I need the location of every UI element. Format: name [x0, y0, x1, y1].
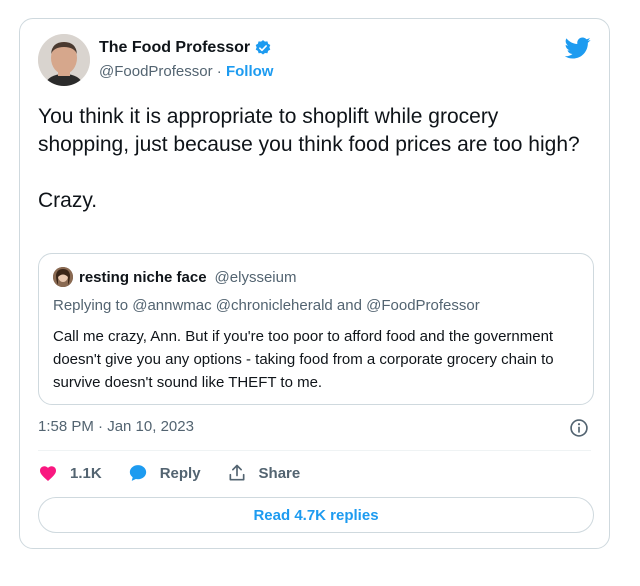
author-handle-row: @FoodProfessor · Follow: [99, 63, 273, 80]
read-replies-button[interactable]: Read 4.7K replies: [38, 497, 594, 533]
reply-bubble-icon: [129, 465, 146, 481]
tweet-text-line-2: Crazy.: [38, 189, 98, 212]
tweet-text: You think it is appropriate to shoplift …: [38, 103, 594, 215]
like-button[interactable]: 1.1K: [38, 463, 102, 483]
share-button[interactable]: Share: [227, 463, 301, 483]
twitter-bird-icon[interactable]: [565, 35, 591, 61]
author-avatar[interactable]: [38, 34, 90, 86]
quoted-tweet-text: Call me crazy, Ann. But if you're too po…: [53, 328, 554, 391]
author-handle[interactable]: @FoodProfessor: [99, 63, 213, 80]
heart-icon: [40, 466, 56, 481]
share-label: Share: [258, 464, 301, 482]
follow-button[interactable]: Follow: [226, 63, 274, 80]
verified-badge-icon: [255, 40, 271, 55]
quoted-author-handle: @elysseium: [214, 268, 297, 286]
tweet-card: The Food Professor @FoodProfessor · Foll…: [19, 18, 610, 549]
reply-label: Reply: [159, 464, 201, 482]
author-name-row: The Food Professor: [99, 39, 272, 57]
handle-separator: ·: [216, 63, 222, 80]
share-icon: [229, 464, 245, 481]
quoted-author-row: resting niche face @elysseium: [53, 267, 296, 287]
quoted-author-avatar: [53, 267, 73, 287]
quoted-replying-to: Replying to @annwmac @chronicleherald an…: [53, 297, 480, 314]
tweet-text-line-1: You think it is appropriate to shoplift …: [38, 105, 580, 156]
divider: [38, 450, 591, 451]
info-icon[interactable]: [569, 418, 589, 438]
reply-button[interactable]: Reply: [128, 463, 201, 483]
quoted-tweet[interactable]: resting niche face @elysseium Replying t…: [38, 253, 594, 405]
quoted-author-name: resting niche face: [79, 268, 207, 286]
author-name[interactable]: The Food Professor: [99, 39, 250, 57]
action-bar: 1.1K Reply Share: [38, 461, 326, 485]
like-count: 1.1K: [70, 464, 102, 482]
tweet-timestamp[interactable]: 1:58 PM · Jan 10, 2023: [38, 418, 194, 435]
